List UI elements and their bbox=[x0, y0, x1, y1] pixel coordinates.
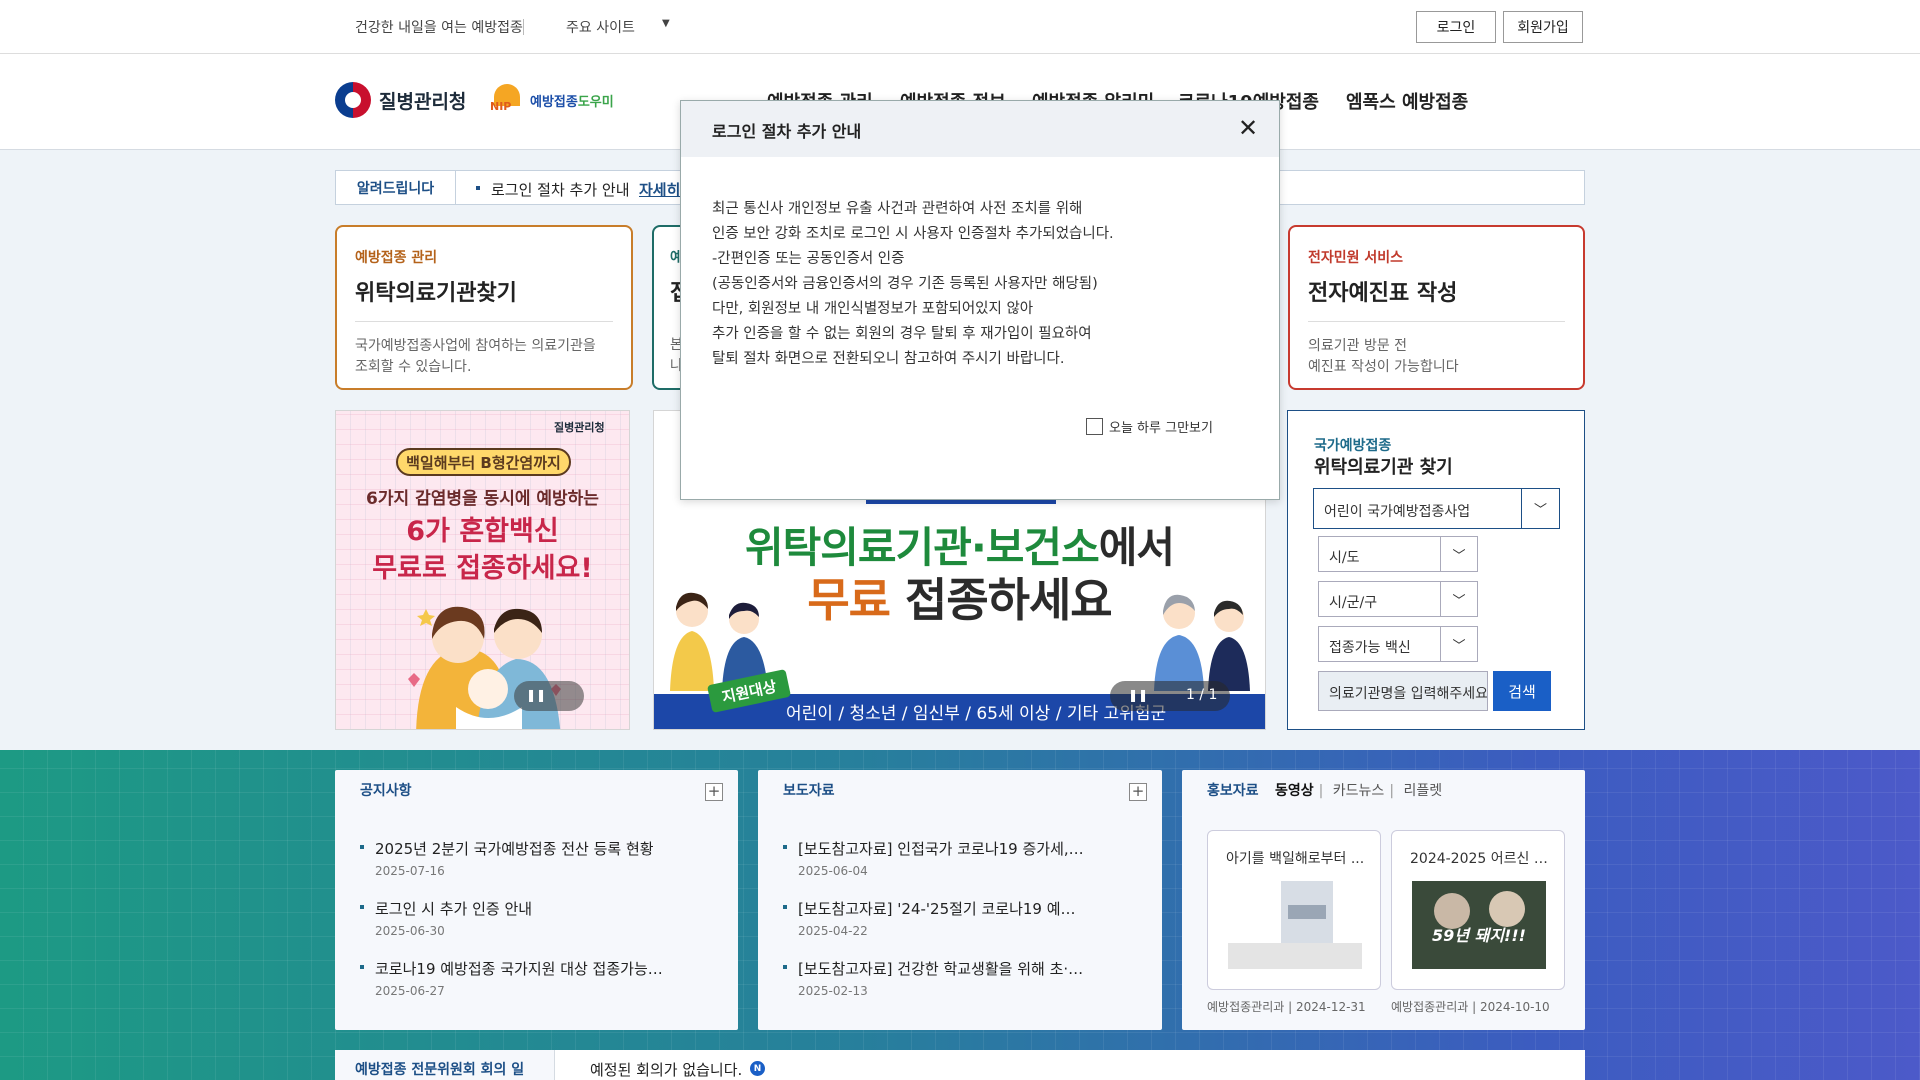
committee-schedule: 예방접종 전문위원회 회의 일정 예정된 회의가 없습니다. N bbox=[335, 1050, 1585, 1080]
close-icon[interactable]: ✕ bbox=[1234, 114, 1262, 142]
slider-controls: ❚❚ 1 / 1 bbox=[1110, 681, 1230, 711]
sigungu-select[interactable]: 시/군/구 ﹀ bbox=[1318, 581, 1478, 617]
notice-text[interactable]: 로그인 절차 추가 안내 bbox=[491, 179, 630, 200]
video-meta: 예방접종관리과 | 2024-12-31 bbox=[1207, 1000, 1366, 1014]
caret-down-icon: ▼ bbox=[662, 18, 670, 29]
card-title: 위탁의료기관찾기 bbox=[355, 275, 613, 322]
tab-leaflet[interactable]: 리플렛 bbox=[1404, 783, 1443, 799]
card-title: 전자예진표 작성 bbox=[1308, 275, 1565, 322]
list-item[interactable]: [보도참고자료] '24-'25절기 코로나19 예방접... 2025-04-2… bbox=[783, 898, 1088, 938]
video-card[interactable]: 2024-2025 어르신 인... 59년 돼지!!! bbox=[1391, 830, 1565, 990]
major-sites-select[interactable]: 주요 사이트 ▼ bbox=[566, 17, 676, 37]
tab-video[interactable]: 동영상 bbox=[1275, 783, 1314, 799]
modal-body: 최근 통신사 개인정보 유출 사건과 관련하여 사전 조치를 위해 인증 보안 … bbox=[712, 201, 1114, 367]
kdca-logo[interactable]: 질병관리청 bbox=[335, 82, 466, 118]
list-item[interactable]: [보도참고자료] 인접국가 코로나19 증가세, 고... 2025-06-04 bbox=[783, 838, 1088, 878]
search-button[interactable]: 검색 bbox=[1493, 671, 1551, 711]
video-thumbnail bbox=[1228, 881, 1362, 969]
vaccine-select-value: 접종가능 백신 bbox=[1329, 640, 1411, 656]
panel-title[interactable]: 보도자료 bbox=[783, 780, 835, 800]
login-notice-modal: 로그인 절차 추가 안내 ✕ 최근 통신사 개인정보 유출 사건과 관련하여 사… bbox=[680, 100, 1280, 500]
people-illustration-right bbox=[1154, 594, 1250, 691]
login-button[interactable]: 로그인 bbox=[1416, 11, 1496, 43]
dont-show-today-label: 오늘 하루 그만보기 bbox=[1109, 421, 1213, 436]
clinic-name-input[interactable]: 의료기관명을 입력해주세요 bbox=[1318, 671, 1488, 711]
chevron-down-icon: ﹀ bbox=[1440, 582, 1477, 617]
svg-text:59년 돼지!!!: 59년 돼지!!! bbox=[1432, 926, 1526, 945]
search-subtitle: 국가예방접종 bbox=[1314, 438, 1392, 454]
promo-title[interactable]: 홍보자료 bbox=[1207, 783, 1259, 799]
vaccination-helper-logo[interactable]: NIP 예방접종도우미 bbox=[488, 84, 614, 116]
chevron-down-icon: ﹀ bbox=[1440, 537, 1477, 572]
nav-mpox[interactable]: 엠폭스 예방접종 bbox=[1346, 88, 1468, 114]
banner-headline: 무료로 접종하세요! bbox=[372, 553, 593, 584]
video-title: 아기를 백일해로부터 ... bbox=[1226, 851, 1365, 867]
search-title: 위탁의료기관 찾기 bbox=[1314, 457, 1453, 478]
slide-counter: 1 / 1 bbox=[1186, 687, 1218, 703]
site-slogan: 건강한 내일을 여는 예방접종 bbox=[355, 20, 523, 36]
bullet bbox=[476, 186, 480, 190]
pause-icon: ❚❚ bbox=[526, 688, 547, 702]
video-meta: 예방접종관리과 | 2024-10-10 bbox=[1391, 1000, 1550, 1014]
modal-title: 로그인 절차 추가 안내 bbox=[712, 122, 862, 141]
dont-show-today[interactable]: 오늘 하루 그만보기 bbox=[1086, 417, 1213, 436]
chevron-down-icon: ﹀ bbox=[1521, 489, 1559, 528]
card-category: 예방접종 관리 bbox=[355, 250, 438, 266]
program-select[interactable]: 어린이 국가예방접종사업 ﹀ bbox=[1313, 488, 1560, 529]
video-title: 2024-2025 어르신 인... bbox=[1410, 851, 1550, 867]
quick-card-find-clinic[interactable]: 예방접종 관리 위탁의료기관찾기 국가예방접종사업에 참여하는 의료기관을 조회… bbox=[335, 225, 633, 390]
dont-show-today-checkbox[interactable] bbox=[1086, 418, 1103, 435]
list-item[interactable]: 코로나19 예방접종 국가지원 대상 접종가능 ... 2025-06-27 bbox=[360, 958, 665, 998]
more-plus-icon[interactable]: + bbox=[1129, 783, 1147, 801]
program-select-value: 어린이 국가예방접종사업 bbox=[1324, 504, 1471, 520]
list-item[interactable]: 로그인 시 추가 인증 안내 2025-06-30 bbox=[360, 898, 665, 938]
more-plus-icon[interactable]: + bbox=[705, 783, 723, 801]
card-description: 의료기관 방문 전 예진표 작성이 가능합니다 bbox=[1308, 338, 1459, 375]
major-sites-label: 주요 사이트 bbox=[566, 20, 635, 36]
card-category: 전자민원 서비스 bbox=[1308, 250, 1404, 266]
quick-card-e-questionnaire[interactable]: 전자민원 서비스 전자예진표 작성 의료기관 방문 전 예진표 작성이 가능합니… bbox=[1288, 225, 1585, 390]
promo-tabs: 홍보자료 동영상 | 카드뉴스 | 리플렛 bbox=[1207, 783, 1443, 799]
banner-targets: 어린이 / 청소년 / 임신부 / 65세 이상 / 기타 고위험군 bbox=[786, 704, 1167, 724]
notice-more-link[interactable]: 자세히 bbox=[639, 179, 680, 200]
banner-pill: 백일해부터 B형간염까지 bbox=[396, 448, 571, 476]
committee-tab[interactable]: 예방접종 전문위원회 회의 일정 bbox=[335, 1050, 555, 1080]
banner-line: 6가지 감염병을 동시에 예방하는 bbox=[366, 489, 599, 509]
list-item[interactable]: 2025년 2분기 국가예방접종 전산 등록 현황 2025-07-16 bbox=[360, 838, 665, 878]
sigungu-select-value: 시/군/구 bbox=[1329, 595, 1378, 611]
committee-text: 예정된 회의가 없습니다. bbox=[590, 1061, 743, 1079]
notice-panel: 공지사항 + 2025년 2분기 국가예방접종 전산 등록 현황 2025-07-… bbox=[335, 770, 738, 1030]
press-panel: 보도자료 + [보도참고자료] 인접국가 코로나19 증가세, 고... 2025… bbox=[758, 770, 1162, 1030]
kdca-small-logo: 질병관리청 bbox=[554, 421, 605, 434]
promo-panel: 홍보자료 동영상 | 카드뉴스 | 리플렛 아기를 백일해로부터 ... 2024-… bbox=[1182, 770, 1585, 1030]
notice-tag: 알려드립니다 bbox=[336, 171, 456, 204]
chevron-down-icon: ﹀ bbox=[1440, 627, 1477, 662]
sido-select-value: 시/도 bbox=[1329, 550, 1360, 566]
panel-title[interactable]: 공지사항 bbox=[360, 780, 412, 800]
new-badge: N bbox=[750, 1061, 765, 1076]
org-name: 질병관리청 bbox=[379, 90, 467, 113]
pause-icon[interactable]: ❚❚ bbox=[1128, 688, 1148, 702]
top-utility-bar: 건강한 내일을 여는 예방접종 주요 사이트 ▼ 로그인 회원가입 bbox=[0, 0, 1920, 54]
signup-button[interactable]: 회원가입 bbox=[1503, 11, 1583, 43]
vaccine-select[interactable]: 접종가능 백신 ﹀ bbox=[1318, 626, 1478, 662]
banner-headline: 6가 혼합백신 bbox=[406, 516, 559, 547]
banner-hexavalent-vaccine[interactable]: 질병관리청 백일해부터 B형간염까지 6가지 감염병을 동시에 예방하는 6가 … bbox=[335, 410, 630, 730]
divider bbox=[523, 19, 524, 35]
list-item[interactable]: [보도참고자료] 건강한 학교생활을 위해 초·중... 2025-02-13 bbox=[783, 958, 1088, 998]
tab-cardnews[interactable]: 카드뉴스 bbox=[1333, 783, 1385, 799]
helper-name: 예방접종도우미 bbox=[530, 94, 614, 110]
sido-select[interactable]: 시/도 ﹀ bbox=[1318, 536, 1478, 572]
slider-pause-button[interactable]: ❚❚ bbox=[514, 681, 584, 711]
kdca-emblem-icon bbox=[335, 82, 371, 118]
nip-logo-icon: NIP bbox=[488, 84, 526, 116]
video-card[interactable]: 아기를 백일해로부터 ... bbox=[1207, 830, 1381, 990]
clinic-search-box: 국가예방접종 위탁의료기관 찾기 어린이 국가예방접종사업 ﹀ 시/도 ﹀ 시/… bbox=[1287, 410, 1585, 730]
video-thumbnail: 59년 돼지!!! bbox=[1412, 881, 1546, 969]
card-description: 국가예방접종사업에 참여하는 의료기관을 조회할 수 있습니다. bbox=[355, 338, 596, 375]
